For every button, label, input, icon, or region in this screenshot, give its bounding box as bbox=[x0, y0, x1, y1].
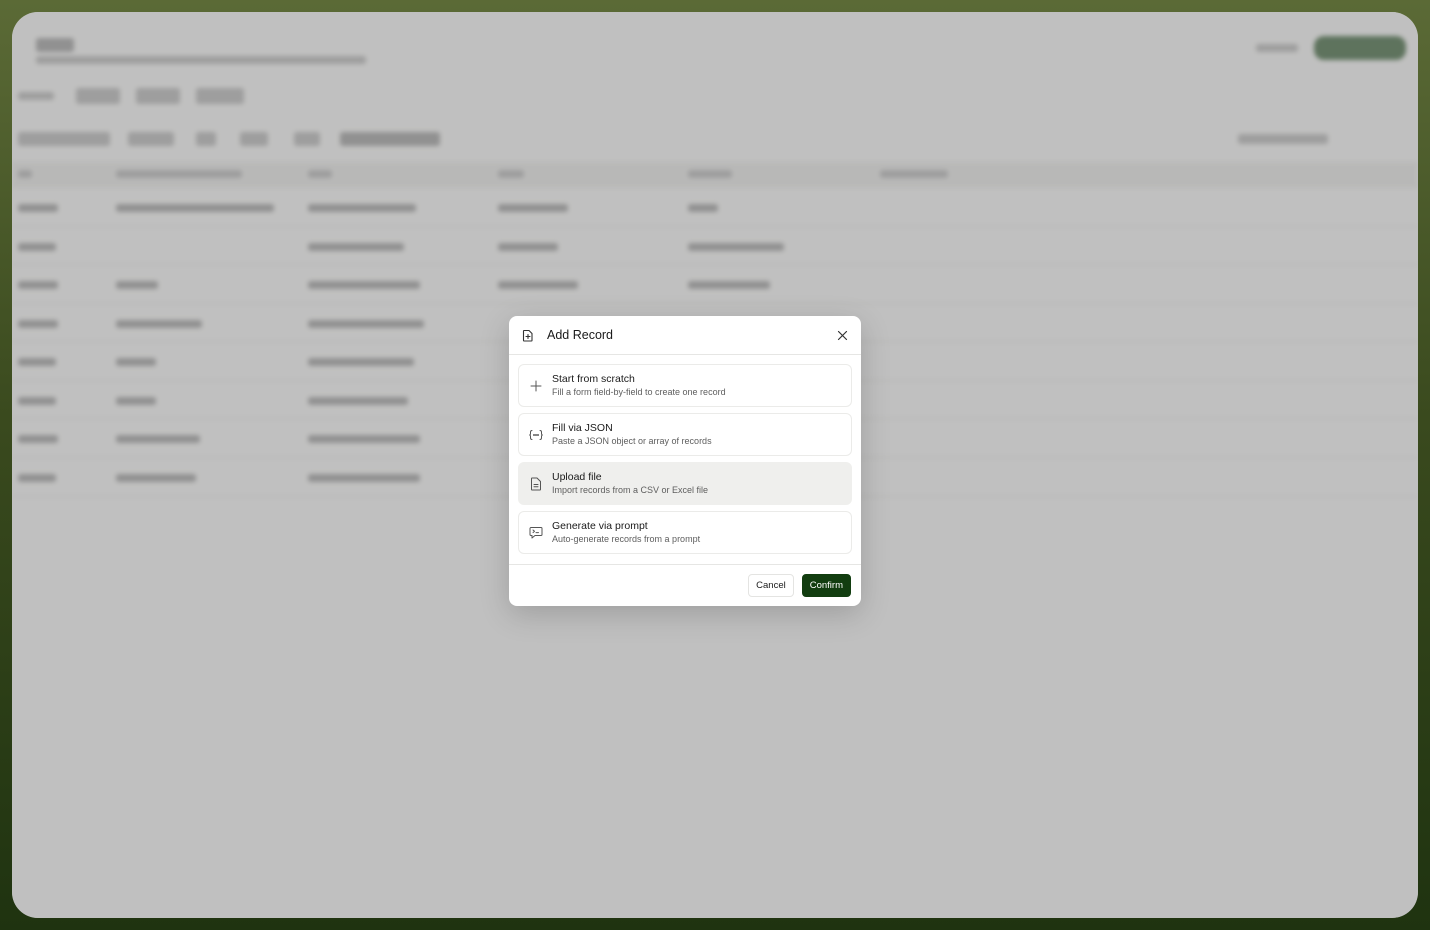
file-plus-icon bbox=[521, 328, 535, 342]
option-upload-file[interactable]: Upload file Import records from a CSV or… bbox=[518, 462, 852, 505]
option-title: Upload file bbox=[552, 470, 602, 483]
cancel-button[interactable]: Cancel bbox=[748, 574, 794, 597]
add-record-dialog: Add Record Start from scratch Fill a for… bbox=[509, 316, 861, 606]
option-text: Start from scratch Fill a form field-by-… bbox=[552, 373, 726, 399]
option-title: Fill via JSON bbox=[552, 421, 613, 434]
option-description: Import records from a CSV or Excel file bbox=[552, 484, 709, 495]
option-fill-via-json[interactable]: Fill via JSON Paste a JSON object or arr… bbox=[518, 413, 852, 456]
confirm-button[interactable]: Confirm bbox=[801, 574, 851, 597]
option-start-from-scratch[interactable]: Start from scratch Fill a form field-by-… bbox=[518, 364, 852, 407]
option-text: Fill via JSON Paste a JSON object or arr… bbox=[552, 422, 712, 448]
option-description: Paste a JSON object or array of records bbox=[552, 435, 712, 446]
file-icon bbox=[528, 476, 544, 492]
option-text: Generate via prompt Auto-generate record… bbox=[552, 520, 700, 546]
dialog-footer: Cancel Confirm bbox=[509, 564, 861, 606]
braces-icon bbox=[528, 427, 544, 443]
option-list: Start from scratch Fill a form field-by-… bbox=[509, 355, 861, 554]
option-title: Start from scratch bbox=[552, 372, 635, 385]
plus-icon bbox=[528, 378, 544, 394]
app-window: Add Record Start from scratch Fill a for… bbox=[12, 12, 1418, 918]
option-text: Upload file Import records from a CSV or… bbox=[552, 471, 708, 497]
option-generate-via-prompt[interactable]: Generate via prompt Auto-generate record… bbox=[518, 511, 852, 554]
dialog-title: Add Record bbox=[547, 328, 614, 342]
dialog-header: Add Record bbox=[509, 316, 861, 355]
option-description: Auto-generate records from a prompt bbox=[552, 533, 701, 544]
option-title: Generate via prompt bbox=[552, 519, 648, 532]
option-description: Fill a form field-by-field to create one… bbox=[552, 386, 726, 397]
close-icon[interactable] bbox=[833, 326, 851, 344]
prompt-icon bbox=[528, 525, 544, 541]
